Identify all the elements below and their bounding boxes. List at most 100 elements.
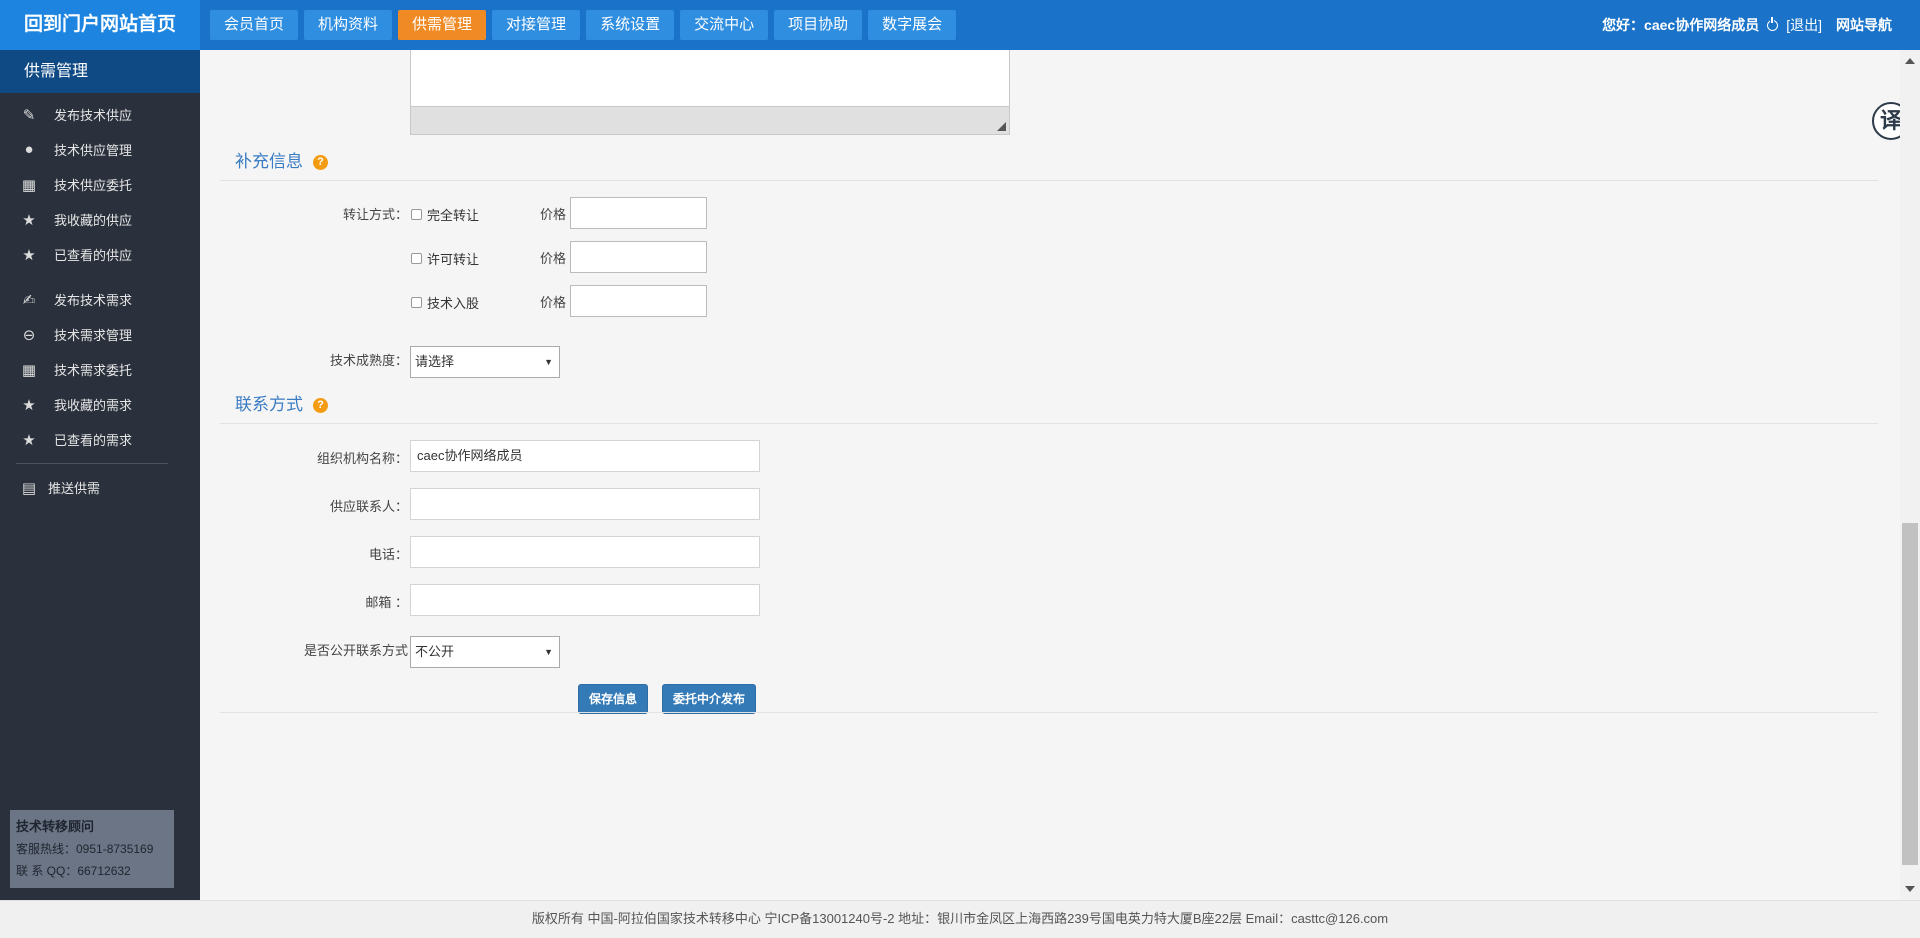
- email-input[interactable]: [410, 584, 760, 616]
- portal-home-link[interactable]: 回到门户网站首页: [0, 0, 200, 50]
- power-icon: [1767, 16, 1779, 31]
- section-title-supplement: 补充信息?: [235, 147, 328, 172]
- org-name-input[interactable]: caec协作网络成员: [410, 440, 760, 472]
- contact-person-label: 供应联系人：: [329, 499, 408, 514]
- top-bar: 回到门户网站首页 会员首页 机构资料 供需管理 对接管理 系统设置 交流中心 项…: [0, 0, 1920, 50]
- price-label: 价格: [540, 295, 567, 310]
- section-divider: [220, 423, 1878, 424]
- nav-member-home[interactable]: 会员首页: [210, 10, 299, 40]
- sidebar-item-supply-delegate[interactable]: ▦ 技术供应委托: [0, 167, 200, 202]
- edit-square-icon: ✍: [22, 291, 36, 309]
- price-input-equity[interactable]: [570, 285, 707, 317]
- user-greeting: 您好：caec协作网络成员: [1602, 17, 1760, 33]
- nav-settings[interactable]: 系统设置: [586, 10, 675, 40]
- contact-person-input[interactable]: [410, 488, 760, 520]
- star-icon: ★: [22, 246, 36, 264]
- nav-org-profile[interactable]: 机构资料: [304, 10, 393, 40]
- site-nav-link[interactable]: 网站导航: [1836, 0, 1892, 50]
- phone-input[interactable]: [410, 536, 760, 568]
- grid-icon: ▦: [21, 361, 37, 379]
- nav-supply-demand[interactable]: 供需管理: [398, 10, 487, 40]
- email-label: 邮箱 ：: [365, 595, 408, 610]
- sidebar-item-label: 发布技术供应: [54, 108, 133, 123]
- star-icon: ★: [22, 211, 36, 229]
- sidebar-item-label: 技术供应管理: [54, 143, 133, 158]
- sidebar-item-push[interactable]: ▤ 推送供需: [0, 470, 200, 505]
- demand-menu: ✍ 发布技术需求 ⊖ 技术需求管理 ▦ 技术需求委托 ★ 我收藏的需求 ★ 已查…: [0, 272, 200, 457]
- star-icon: ★: [22, 431, 36, 449]
- org-label: 组织机构名称：: [316, 451, 408, 466]
- supply-badge-icon: ●: [24, 141, 34, 158]
- checkbox[interactable]: [411, 297, 422, 308]
- nav-matching[interactable]: 对接管理: [492, 10, 581, 40]
- sidebar-item-label: 我收藏的需求: [54, 398, 133, 413]
- checkbox[interactable]: [411, 253, 422, 264]
- sidebar-item-label: 发布技术需求: [54, 293, 133, 308]
- sidebar-item-demand-delegate[interactable]: ▦ 技术需求委托: [0, 352, 200, 387]
- sidebar-item-viewed-supply[interactable]: ★ 已查看的供应: [0, 237, 200, 272]
- sidebar-item-label: 推送供需: [48, 481, 101, 496]
- footer: 版权所有 中国-阿拉伯国家技术转移中心 宁ICP备13001240号-2 地址：…: [0, 900, 1920, 938]
- nav-community[interactable]: 交流中心: [680, 10, 769, 40]
- nav-project-assist[interactable]: 项目协助: [774, 10, 863, 40]
- chevron-down-icon: ▼: [544, 647, 553, 657]
- section-divider: [220, 712, 1878, 713]
- transfer-label: 转让方式：: [342, 207, 408, 222]
- main-content: 补充信息? 转让方式： 完全转让 价格 许可转让 价格 技术入股 价格 技术成熟…: [200, 50, 1900, 900]
- option-label: 完全转让: [427, 208, 480, 223]
- main-nav: 会员首页 机构资料 供需管理 对接管理 系统设置 交流中心 项目协助 数字展会: [210, 10, 957, 40]
- price-label: 价格: [540, 207, 567, 222]
- chart-board-icon: ▤: [21, 479, 37, 497]
- sidebar-item-publish-supply[interactable]: ✎ 发布技术供应: [0, 97, 200, 132]
- sidebar: 供需管理 ✎ 发布技术供应 ● 技术供应管理 ▦ 技术供应委托 ★ 我收藏的供应…: [0, 50, 200, 900]
- textarea-statusbar: [410, 106, 1010, 135]
- star-icon: ★: [22, 396, 36, 414]
- consultant-title: 技术转移顾问: [16, 819, 95, 834]
- edit-pen-icon: ✎: [22, 106, 36, 124]
- sidebar-item-fav-demand[interactable]: ★ 我收藏的需求: [0, 387, 200, 422]
- option-license-transfer[interactable]: 许可转让: [411, 249, 479, 268]
- demand-badge-icon: ⊖: [22, 326, 36, 344]
- section-title-text: 联系方式: [235, 395, 303, 414]
- section-title-contact: 联系方式?: [235, 390, 328, 415]
- scroll-thumb[interactable]: [1902, 523, 1918, 865]
- maturity-label: 技术成熟度：: [329, 353, 408, 368]
- scroll-down-icon[interactable]: [1905, 886, 1915, 892]
- price-input-license[interactable]: [570, 241, 707, 273]
- sidebar-divider: [16, 463, 168, 464]
- help-icon[interactable]: ?: [313, 398, 328, 413]
- resize-grip-icon[interactable]: [997, 122, 1006, 131]
- scroll-up-icon[interactable]: [1905, 58, 1915, 64]
- consultant-hotline: 客服热线：0951-8735169: [16, 842, 154, 856]
- option-equity[interactable]: 技术入股: [411, 293, 479, 312]
- supply-menu: ✎ 发布技术供应 ● 技术供应管理 ▦ 技术供应委托 ★ 我收藏的供应 ★ 已查…: [0, 93, 200, 272]
- save-button[interactable]: 保存信息: [578, 684, 648, 714]
- price-input-full[interactable]: [570, 197, 707, 229]
- maturity-select[interactable]: 请选择 ▼: [410, 346, 560, 378]
- help-icon[interactable]: ?: [313, 155, 328, 170]
- sidebar-item-viewed-demand[interactable]: ★ 已查看的需求: [0, 422, 200, 457]
- sidebar-item-fav-supply[interactable]: ★ 我收藏的供应: [0, 202, 200, 237]
- phone-label: 电话：: [368, 547, 408, 562]
- nav-digital-expo[interactable]: 数字展会: [868, 10, 957, 40]
- sidebar-item-label: 技术需求管理: [54, 328, 133, 343]
- delegate-publish-button[interactable]: 委托中介发布: [662, 684, 756, 714]
- vertical-scrollbar[interactable]: [1900, 50, 1920, 900]
- sidebar-item-label: 技术需求委托: [54, 363, 133, 378]
- sidebar-title: 供需管理: [0, 50, 200, 93]
- sidebar-item-demand-manage[interactable]: ⊖ 技术需求管理: [0, 317, 200, 352]
- option-label: 技术入股: [427, 296, 480, 311]
- option-full-transfer[interactable]: 完全转让: [411, 205, 479, 224]
- sidebar-item-label: 已查看的需求: [54, 433, 133, 448]
- public-select[interactable]: 不公开 ▼: [410, 636, 560, 668]
- sidebar-item-supply-manage[interactable]: ● 技术供应管理: [0, 132, 200, 167]
- price-label: 价格: [540, 251, 567, 266]
- logout-link[interactable]: [退出]: [1786, 0, 1822, 50]
- sidebar-item-label: 已查看的供应: [54, 248, 133, 263]
- chevron-down-icon: ▼: [544, 357, 553, 367]
- consultant-qq: 联 系 QQ：66712632: [16, 864, 131, 878]
- sidebar-item-label: 我收藏的供应: [54, 213, 133, 228]
- sidebar-item-publish-demand[interactable]: ✍ 发布技术需求: [0, 282, 200, 317]
- checkbox[interactable]: [411, 209, 422, 220]
- select-value: 不公开: [415, 644, 455, 659]
